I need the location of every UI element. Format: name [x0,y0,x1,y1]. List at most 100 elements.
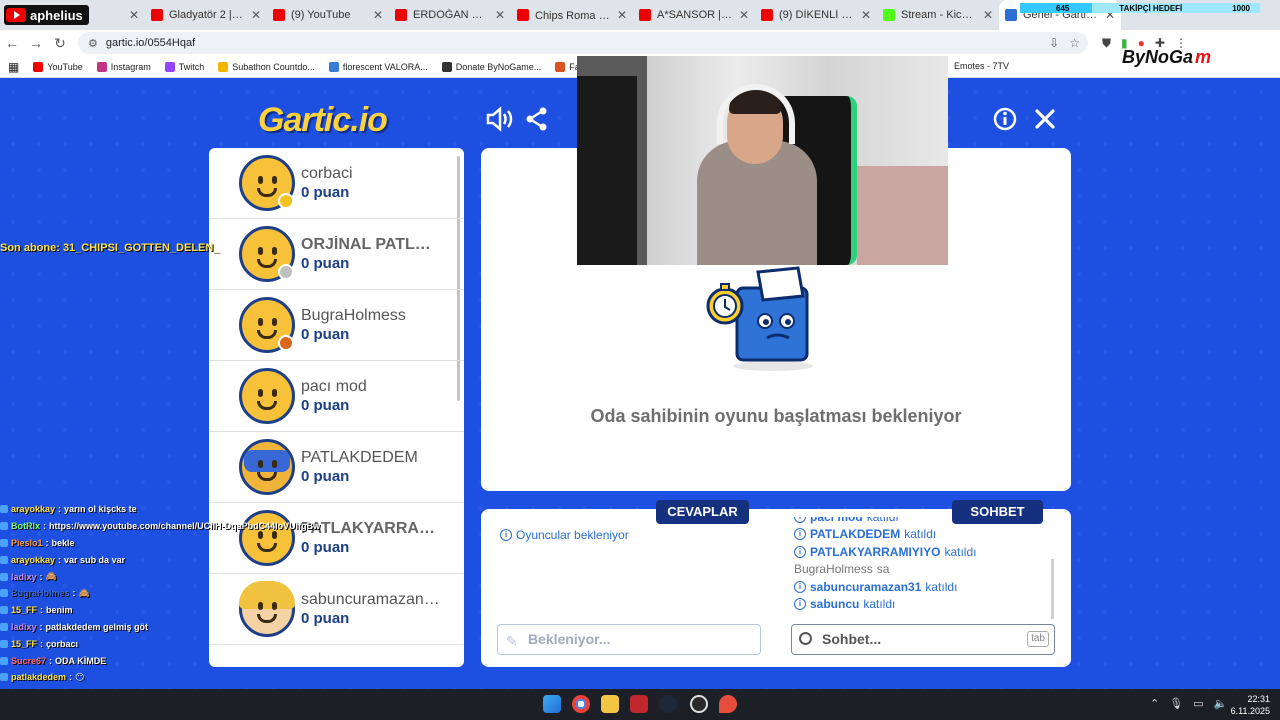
browser-tab[interactable]: (9) YouTube ✕ [267,0,389,30]
bookmark-label: Donate ByNoGame... [455,61,542,72]
bookmark-item[interactable]: Donate ByNoGame... [441,61,542,72]
stream-chat-text: 😶 [75,671,85,682]
chevron-up-icon[interactable]: ⌃ [1150,697,1159,710]
info-icon[interactable] [990,106,1020,134]
bookmark-favicon-icon [33,61,44,72]
player-name: BugraHolmess [301,307,406,324]
stream-chat-line: Sucre67: ODA KİMDE [0,652,330,669]
pin-app-icon[interactable] [719,695,737,713]
url-input[interactable]: ⚙ gartic.io/0554Hqaf ⇩ ☆ [78,32,1088,54]
follow-goal-target: 1000 [1232,3,1250,13]
tab-close-icon[interactable]: ✕ [861,8,871,22]
follow-goal-label: TAKİPÇİ HEDEFİ [1119,3,1183,13]
player-avatar [239,155,295,211]
browser-tab[interactable]: A*SANSOR | Madara ✕ [633,0,755,30]
player-row[interactable]: corbaci 0 puan [209,148,464,219]
tab-close-icon[interactable]: ✕ [617,8,627,22]
chat-message: i sabuncu katıldı [794,596,1054,614]
app-icon[interactable] [630,695,648,713]
back-arrow-icon[interactable]: ← [0,35,24,51]
stream-chat-text: bekle [51,537,75,548]
tab-close-icon[interactable]: ✕ [373,8,383,22]
chat-log[interactable]: ipacı modkatıldıiPATLAKDEDEMkatıldıiPATL… [794,517,1054,622]
site-info-icon[interactable]: ⚙ [88,37,98,50]
tab-close-icon[interactable]: ✕ [251,8,261,22]
file-explorer-icon[interactable] [601,695,619,713]
waiting-message: Oda sahibinin oyunu başlatması bekleniyo… [590,406,962,426]
stream-chat-text: ODA KİMDE [55,655,107,666]
chat-scrollbar[interactable] [1051,559,1054,619]
bookmark-star-icon[interactable]: ☆ [1069,36,1080,50]
bookmark-label: Subathon Countdo... [232,61,315,72]
chat-username: sabuncuramazan31 [810,579,922,594]
bookmark-item[interactable]: Subathon Countdo... [218,61,315,72]
browser-tab[interactable]: Stream - Kick Dashbo ✕ [877,0,999,30]
browser-tab[interactable]: ERDOĞAN YİNE HERK ✕ [389,0,511,30]
chrome-icon[interactable] [572,695,590,713]
install-app-icon[interactable]: ⇩ [1049,36,1059,50]
reload-icon[interactable]: ↻ [48,35,72,52]
stream-chat-text: 🙈 [78,587,90,598]
player-row[interactable]: PATLAKDEDEM 0 puan [209,432,464,503]
chat-text: katıldı [867,517,899,524]
bookmark-label: Instagram [110,61,151,72]
tab-favicon-icon [1005,9,1017,21]
player-row[interactable]: pacı mod 0 puan [209,361,464,432]
clock[interactable]: 22:31 6.11.2025 [1231,693,1270,717]
player-score: 0 puan [301,184,350,201]
tab-label: A*SANSOR | Madara [657,9,733,21]
address-bar-row: ← → ↻ ⚙ gartic.io/0554Hqaf ⇩ ☆ ⛊ ▮ ● ✚ ⋮ [0,30,1280,56]
bookmark-item-7tv[interactable]: Emotes - 7TV [954,61,1009,71]
answer-input[interactable]: ✎ Bekleniyor... [497,624,761,655]
stream-chat-user: ladixy [11,621,37,632]
chat-placeholder: Sohbet... [822,631,882,647]
apps-grid-icon[interactable]: ▦ [8,60,19,74]
bookmark-item[interactable]: YouTube [33,61,83,72]
tab-close-icon[interactable]: ✕ [129,8,139,22]
steam-icon[interactable] [659,695,677,713]
player-row[interactable]: BugraHolmess 0 puan [209,290,464,361]
user-badge-icon [0,606,8,615]
gartic-logo: Gartic.io [258,101,388,139]
stream-chat-text: patlakdedem gelmiş göt [45,621,149,632]
pencil-icon: ✎ [506,633,518,649]
player-avatar [239,226,295,282]
bynogame-prefix: ByNoGa [1122,46,1194,67]
browser-tab[interactable]: (9) DİKENLİ BU YERLE ✕ [755,0,877,30]
chat-input[interactable]: Sohbet... tab [791,624,1055,655]
start-icon[interactable] [543,695,561,713]
browser-tab[interactable]: Gladyatör 2 | Film izle ✕ [145,0,267,30]
forward-arrow-icon[interactable]: → [24,35,48,51]
answers-chat-panel: i Oyuncular bekleniyor ✎ Bekleniyor... i… [481,509,1071,667]
bookmark-item[interactable]: Twitch [164,61,204,72]
stream-chat-user: BotRlx [11,521,40,532]
share-icon[interactable] [522,106,552,134]
tab-close-icon[interactable]: ✕ [495,8,505,22]
close-icon[interactable] [1030,106,1060,134]
tab-answers[interactable]: CEVAPLAR [656,500,749,524]
bookmark-item[interactable]: florescent VALORA... [328,61,428,72]
stream-chat-line: ladixy: 🙈 [0,568,330,585]
mic-icon[interactable]: 🎙 [1169,697,1183,710]
info-circle-icon: i [500,529,512,541]
chat-message: i sabuncuramazan31 katıldı [794,578,1054,596]
player-row[interactable]: ORJİNAL PATLAKDEDEM 0 puan [209,219,464,290]
shield-extension-icon[interactable]: ⛊ [1102,36,1111,51]
chat-message: i PATLAKYARRAMIYIYO katıldı [794,543,1054,561]
user-badge-icon [0,673,8,682]
tab-close-icon[interactable]: ✕ [983,8,993,22]
sound-icon[interactable] [484,106,514,134]
tab-favicon-icon [517,9,529,21]
player-avatar [239,368,295,424]
speaker-icon[interactable]: 🔈 [1214,697,1228,710]
browser-tab[interactable]: Chips Roma Edit 🇹🇷 | Ti ✕ [511,0,633,30]
stream-chat-text: yarın ol kişcks te [64,504,137,515]
display-icon[interactable]: ▭ [1193,697,1203,710]
bookmark-item[interactable]: Instagram [96,61,151,72]
tab-close-icon[interactable]: ✕ [739,8,749,22]
tab-chat[interactable]: SOHBET [952,500,1043,524]
info-circle-icon: i [794,528,806,541]
chat-message: i PATLAKDEDEM katıldı [794,526,1054,544]
chat-text: sa [876,562,890,577]
obs-icon[interactable] [690,695,708,713]
